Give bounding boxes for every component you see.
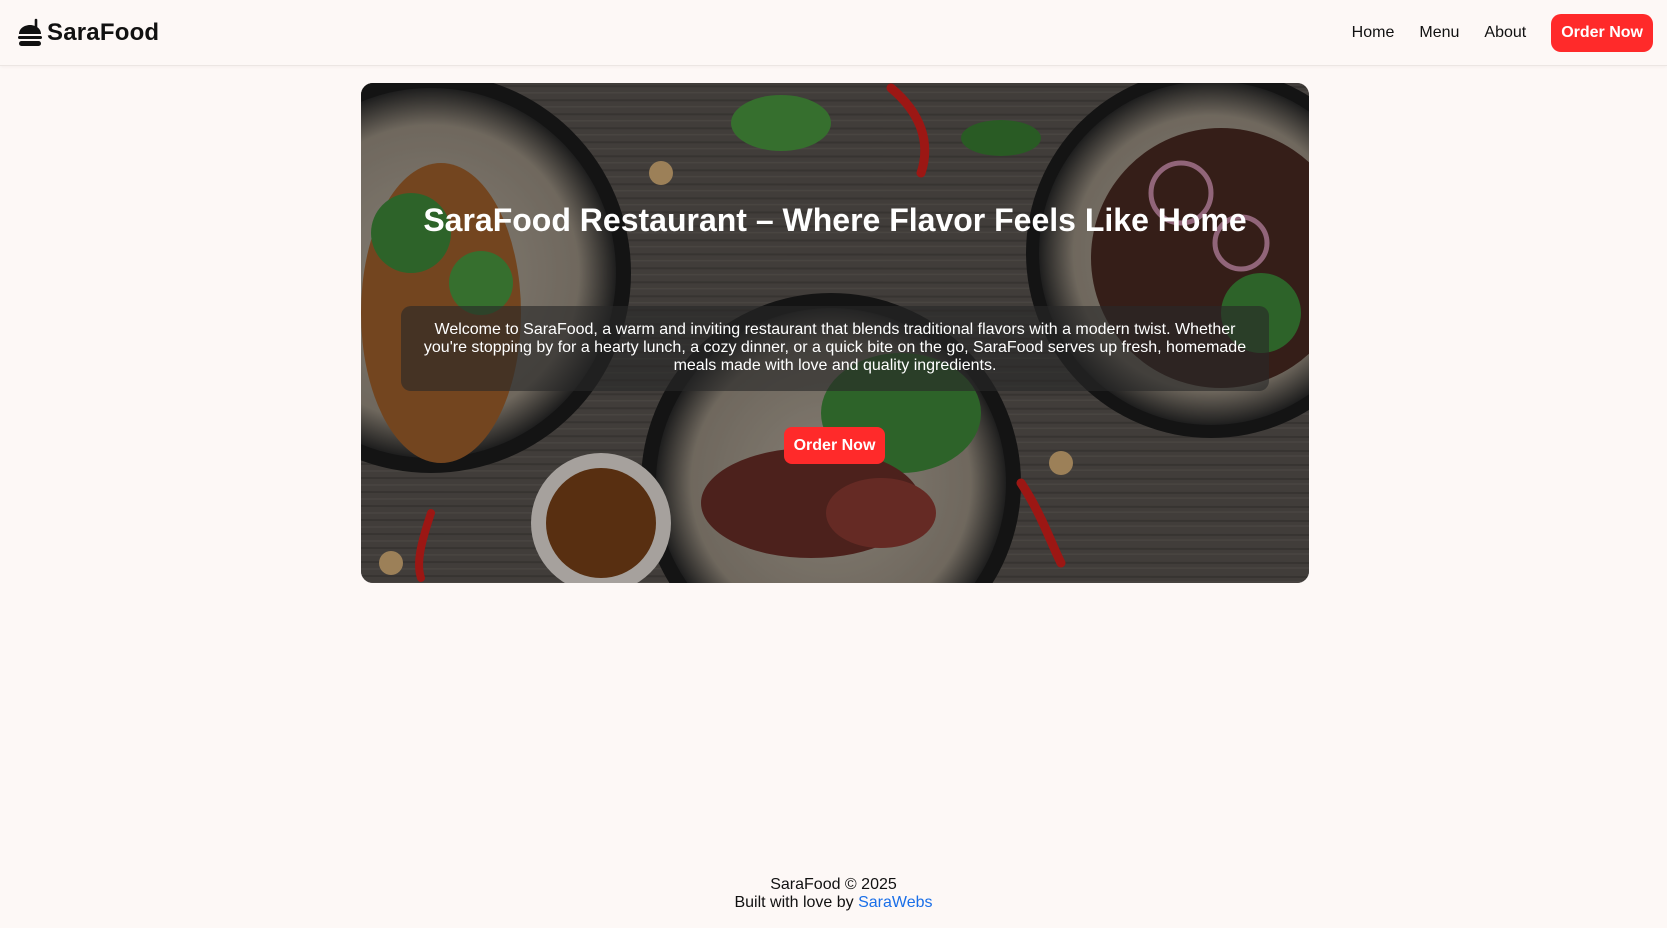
navbar: SaraFood Home Menu About Order Now [0, 0, 1667, 66]
hero-description: Welcome to SaraFood, a warm and inviting… [401, 306, 1269, 391]
brand-name: SaraFood [47, 18, 160, 46]
hero-order-now-button[interactable]: Order Now [784, 427, 885, 464]
nav-link-about[interactable]: About [1484, 24, 1526, 42]
hero-banner: SaraFood Restaurant – Where Flavor Feels… [361, 83, 1309, 583]
nav-link-home[interactable]: Home [1352, 24, 1395, 42]
footer: SaraFood © 2025 Built with love by SaraW… [0, 876, 1667, 912]
hero-title: SaraFood Restaurant – Where Flavor Feels… [423, 202, 1247, 238]
nav-order-now-button[interactable]: Order Now [1551, 13, 1653, 52]
footer-copyright: SaraFood © 2025 [770, 876, 897, 893]
footer-credit-prefix: Built with love by [734, 894, 854, 911]
nav-links: Home Menu About Order Now [1352, 13, 1653, 52]
brand-link[interactable]: SaraFood [16, 18, 159, 48]
burger-icon [16, 18, 44, 48]
footer-sarawebs-link[interactable]: SaraWebs [858, 894, 932, 911]
footer-credit: Built with love by SaraWebs [0, 894, 1667, 912]
nav-link-menu[interactable]: Menu [1419, 24, 1459, 42]
